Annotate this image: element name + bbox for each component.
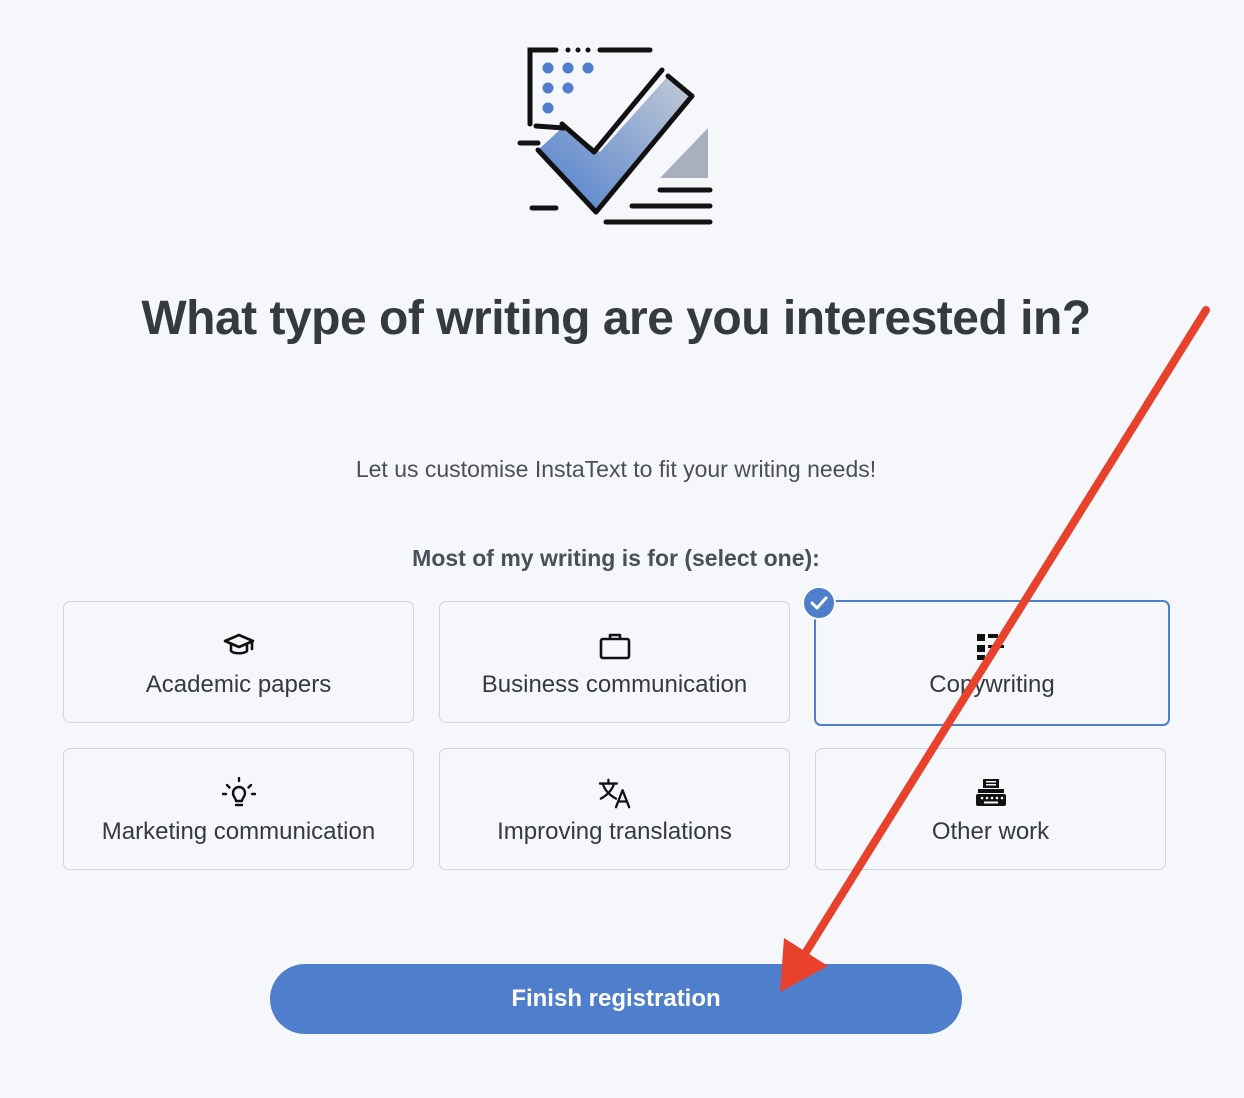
selected-check-icon — [802, 586, 836, 620]
option-label: Other work — [931, 818, 1050, 845]
option-label: Business communication — [481, 671, 748, 698]
typewriter-icon — [974, 777, 1008, 809]
option-academic-papers[interactable]: Academic papers — [63, 601, 414, 723]
checklist-illustration — [517, 47, 713, 225]
option-label: Marketing communication — [101, 818, 376, 845]
option-other-work[interactable]: Other work — [815, 748, 1166, 870]
option-improving-translations[interactable]: Improving translations — [439, 748, 790, 870]
copywriting-icon — [975, 630, 1009, 662]
page-subtitle: Let us customise InstaText to fit your w… — [355, 456, 877, 482]
graduation-cap-icon — [222, 630, 256, 662]
option-label: Copywriting — [929, 671, 1055, 698]
lightbulb-icon — [221, 777, 256, 809]
option-label: Academic papers — [145, 671, 332, 698]
page-title: What type of writing are you interested … — [141, 292, 1091, 345]
option-copywriting[interactable]: Copywriting — [814, 600, 1170, 726]
option-marketing-communication[interactable]: Marketing communication — [63, 748, 414, 870]
option-business-communication[interactable]: Business communication — [439, 601, 790, 723]
option-label: Improving translations — [497, 818, 732, 845]
finish-registration-button[interactable]: Finish registration — [270, 964, 962, 1034]
translate-icon — [598, 777, 632, 809]
selection-prompt: Most of my writing is for (select one): — [412, 545, 820, 571]
briefcase-icon — [598, 630, 632, 662]
registration-page: What type of writing are you interested … — [0, 0, 1244, 1098]
